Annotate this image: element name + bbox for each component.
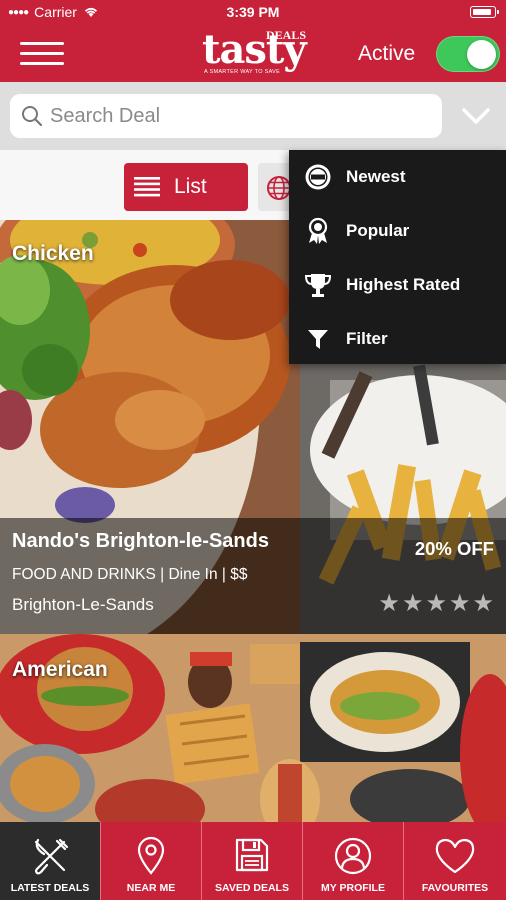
app-screen: ●●●● Carrier 3:39 PM tasty DEALS A SMART… <box>0 0 506 900</box>
sort-option-label: Filter <box>346 329 388 348</box>
map-pin-icon <box>137 836 165 875</box>
chevron-down-icon[interactable] <box>460 102 492 130</box>
award-ribbon-icon <box>308 217 328 244</box>
trophy-icon <box>304 274 332 297</box>
status-bar: ●●●● Carrier 3:39 PM <box>0 0 506 24</box>
funnel-icon <box>308 330 328 349</box>
deal-meta: FOOD AND DRINKS | Dine In | $$ <box>12 566 248 583</box>
star-icon: ★ <box>401 590 424 617</box>
tab-near-me[interactable]: NEAR ME <box>101 822 202 900</box>
deal-category-label: Chicken <box>12 242 94 265</box>
deal-offer-badge: 20% OFF <box>414 538 494 559</box>
tab-latest-deals[interactable]: LATEST DEALS <box>0 822 101 900</box>
deal-name: Nando's Brighton-le-Sands <box>12 530 269 552</box>
logo-deals: DEALS <box>265 28 306 42</box>
search-icon <box>22 106 43 127</box>
sort-dropdown-menu: Newest Popular Highest Rated Filter <box>289 150 506 364</box>
sort-option-label: Highest Rated <box>346 275 461 294</box>
star-icon: ★ <box>425 590 447 617</box>
star-icon: ★ <box>448 590 471 617</box>
tab-favourites[interactable]: FAVOURITES <box>404 822 506 900</box>
active-toggle[interactable] <box>436 36 500 72</box>
floppy-disk-icon <box>235 838 269 872</box>
tab-my-profile[interactable]: MY PROFILE <box>303 822 404 900</box>
active-label: Active <box>358 42 416 65</box>
search-input[interactable] <box>50 104 430 128</box>
tab-label: LATEST DEALS <box>10 882 90 894</box>
battery-icon <box>470 6 499 18</box>
fork-knife-icon <box>34 838 69 875</box>
rating-stars: ★ ★ ★ ★ ★ <box>378 592 494 616</box>
sort-option-label: Popular <box>346 221 410 240</box>
sort-option-popular[interactable]: Popular <box>289 204 506 258</box>
tab-label: FAVOURITES <box>421 882 489 894</box>
hamburger-menu-icon[interactable] <box>20 40 64 68</box>
tab-label: MY PROFILE <box>321 882 385 894</box>
toggle-knob <box>467 40 496 69</box>
list-icon <box>134 177 160 197</box>
sort-option-newest[interactable]: Newest <box>289 150 506 204</box>
user-profile-icon <box>334 837 372 875</box>
star-icon: ★ <box>378 590 400 617</box>
tab-label: SAVED DEALS <box>215 882 289 894</box>
heart-icon <box>435 838 475 874</box>
star-icon: ★ <box>472 590 494 617</box>
sort-option-filter[interactable]: Filter <box>289 312 506 366</box>
tasty-deals-logo: tasty DEALS A SMARTER WAY TO SAVE <box>200 26 310 80</box>
list-view-label: List <box>174 175 207 198</box>
deal-location: Brighton-Le-Sands <box>12 595 154 614</box>
deal-card[interactable]: American <box>0 634 506 822</box>
status-time: 3:39 PM <box>226 4 280 20</box>
bottom-tab-bar: LATEST DEALS NEAR ME SAVED DEALS MY PROF… <box>0 822 506 900</box>
deal-info-overlay: Nando's Brighton-le-Sands FOOD AND DRINK… <box>0 518 506 634</box>
sort-option-highest-rated[interactable]: Highest Rated <box>289 258 506 312</box>
app-header: tasty DEALS A SMARTER WAY TO SAVE Active <box>0 24 506 82</box>
tab-label: NEAR ME <box>126 882 176 894</box>
new-badge-icon <box>305 164 331 190</box>
logo-tagline: A SMARTER WAY TO SAVE <box>204 69 281 75</box>
list-view-button[interactable]: List <box>124 163 248 211</box>
sort-option-label: Newest <box>346 167 406 186</box>
search-box <box>10 94 442 138</box>
deal-category-label: American <box>12 658 108 681</box>
tab-saved-deals[interactable]: SAVED DEALS <box>202 822 303 900</box>
search-bar-row <box>0 82 506 150</box>
